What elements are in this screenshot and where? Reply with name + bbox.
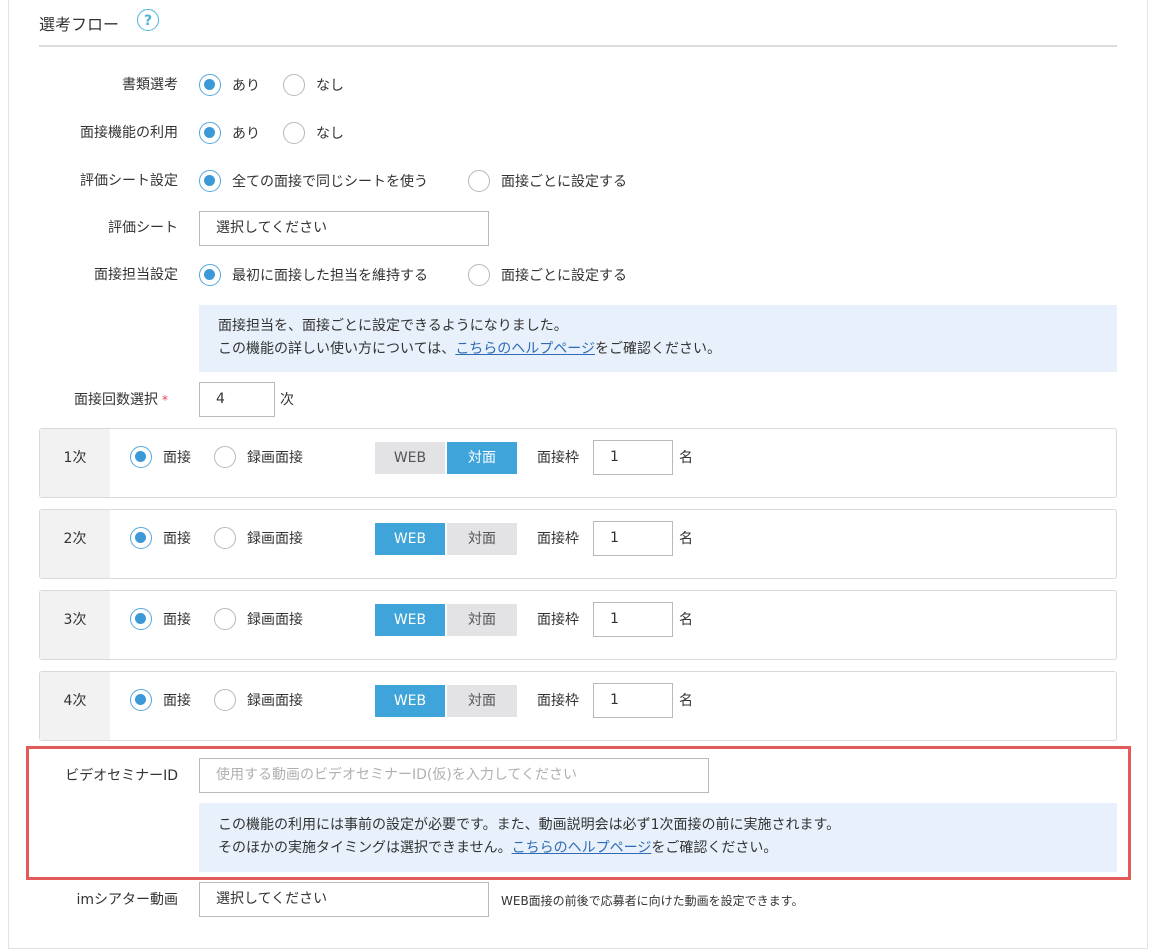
- interview-function-yes-label: あり: [232, 126, 260, 142]
- eval-sheet-same-label: 全ての面接で同じシートを使う: [232, 174, 428, 190]
- stage-slot-input[interactable]: 1: [593, 683, 673, 718]
- stage-face-toggle[interactable]: 対面: [447, 442, 517, 474]
- round-count-label: 面接回数選択 *: [18, 391, 168, 409]
- stage-row: 3次 面接 録画面接 WEB 対面 面接枠 1 名: [39, 590, 1117, 660]
- doc-screening-label: 書類選考: [122, 77, 178, 93]
- interviewer-keep-radio[interactable]: [199, 264, 221, 286]
- stage-face-toggle[interactable]: 対面: [447, 685, 517, 717]
- stage-row: 4次 面接 録画面接 WEB 対面 面接枠 1 名: [39, 671, 1117, 741]
- eval-sheet-same-radio[interactable]: [199, 170, 221, 192]
- stage-name: 4次: [63, 693, 87, 709]
- stage-slot-label: 面接枠: [537, 531, 579, 547]
- stage-slot-input[interactable]: 1: [593, 440, 673, 475]
- stage-recorded-radio[interactable]: [214, 527, 236, 549]
- stage-slot-unit: 名: [679, 531, 693, 547]
- stage-name: 2次: [63, 531, 87, 547]
- interview-function-no-radio[interactable]: [283, 122, 305, 144]
- stage-recorded-radio[interactable]: [214, 446, 236, 468]
- stage-name: 3次: [63, 612, 87, 628]
- eval-sheet-each-label: 面接ごとに設定する: [501, 174, 627, 190]
- stage-slot-unit: 名: [679, 612, 693, 628]
- im-theater-select[interactable]: 選択してください: [199, 882, 489, 917]
- stage-web-toggle[interactable]: WEB: [375, 523, 445, 555]
- stage-recorded-label: 録画面接: [247, 450, 303, 466]
- stage-slot-label: 面接枠: [537, 450, 579, 466]
- stage-slot-unit: 名: [679, 450, 693, 466]
- round-count-label-text: 面接回数選択: [74, 392, 158, 408]
- stage-slot-label: 面接枠: [537, 612, 579, 628]
- interviewer-notice: 面接担当を、面接ごとに設定できるようになりました。 この機能の詳しい使い方につい…: [199, 305, 1117, 372]
- notice-text: をご確認ください。: [595, 341, 722, 357]
- notice-text: をご確認ください。: [651, 840, 778, 856]
- eval-sheet-each-radio[interactable]: [468, 170, 490, 192]
- stage-interview-radio[interactable]: [130, 689, 152, 711]
- stage-interview-radio[interactable]: [130, 527, 152, 549]
- video-seminar-input[interactable]: 使用する動画のビデオセミナーID(仮)を入力してください: [199, 758, 709, 793]
- interviewer-each-radio[interactable]: [468, 264, 490, 286]
- notice-line: そのほかの実施タイミングは選択できません。こちらのヘルプページをご確認ください。: [218, 837, 1117, 860]
- stage-recorded-label: 録画面接: [247, 612, 303, 628]
- doc-screening-yes-label: あり: [232, 78, 260, 94]
- stage-slot-label: 面接枠: [537, 693, 579, 709]
- im-theater-label: imシアター動画: [76, 892, 178, 908]
- stage-interview-label: 面接: [163, 531, 191, 547]
- stage-web-toggle[interactable]: WEB: [375, 442, 445, 474]
- help-icon[interactable]: ?: [137, 9, 159, 31]
- stage-face-toggle[interactable]: 対面: [447, 523, 517, 555]
- notice-line: この機能の利用には事前の設定が必要です。また、動画説明会は必ず1次面接の前に実施…: [218, 817, 841, 833]
- im-theater-hint: WEB面接の前後で応募者に向けた動画を設定できます。: [501, 894, 804, 908]
- help-page-link[interactable]: こちらのヘルプページ: [455, 341, 595, 357]
- stage-slot-unit: 名: [679, 693, 693, 709]
- stage-interview-radio[interactable]: [130, 446, 152, 468]
- interviewer-each-label: 面接ごとに設定する: [501, 268, 627, 284]
- stage-recorded-label: 録画面接: [247, 693, 303, 709]
- eval-sheet-select[interactable]: 選択してください: [199, 211, 489, 246]
- stage-face-toggle[interactable]: 対面: [447, 604, 517, 636]
- interviewer-keep-label: 最初に面接した担当を維持する: [232, 268, 428, 284]
- stage-slot-input[interactable]: 1: [593, 521, 673, 556]
- eval-sheet-setting-label: 評価シート設定: [80, 173, 178, 189]
- notice-line: 面接担当を、面接ごとに設定できるようになりました。: [218, 318, 568, 334]
- round-count-input[interactable]: 4: [199, 382, 275, 417]
- stage-web-toggle[interactable]: WEB: [375, 604, 445, 636]
- stage-interview-radio[interactable]: [130, 608, 152, 630]
- video-seminar-label: ビデオセミナーID: [65, 768, 178, 784]
- help-page-link[interactable]: こちらのヘルプページ: [512, 840, 652, 856]
- stage-interview-label: 面接: [163, 693, 191, 709]
- interview-function-yes-radio[interactable]: [199, 122, 221, 144]
- required-mark: *: [162, 393, 168, 407]
- stage-web-toggle[interactable]: WEB: [375, 685, 445, 717]
- interview-function-no-label: なし: [316, 126, 344, 142]
- stage-recorded-radio[interactable]: [214, 608, 236, 630]
- stage-slot-input[interactable]: 1: [593, 602, 673, 637]
- doc-screening-no-radio[interactable]: [283, 74, 305, 96]
- notice-text: この機能の詳しい使い方については、: [218, 341, 456, 357]
- section-divider: [39, 45, 1117, 47]
- stage-row: 1次 面接 録画面接 WEB 対面 面接枠 1 名: [39, 428, 1117, 498]
- video-seminar-notice: この機能の利用には事前の設定が必要です。また、動画説明会は必ず1次面接の前に実施…: [199, 803, 1117, 872]
- stage-interview-label: 面接: [163, 450, 191, 466]
- doc-screening-yes-radio[interactable]: [199, 74, 221, 96]
- stage-recorded-label: 録画面接: [247, 531, 303, 547]
- stage-name: 1次: [63, 450, 87, 466]
- interviewer-setting-label: 面接担当設定: [94, 267, 178, 283]
- eval-sheet-label: 評価シート: [108, 220, 178, 236]
- interview-function-label: 面接機能の利用: [80, 125, 178, 141]
- notice-line: この機能の詳しい使い方については、こちらのヘルプページをご確認ください。: [218, 338, 1117, 361]
- stage-recorded-radio[interactable]: [214, 689, 236, 711]
- section-title: 選考フロー: [39, 15, 120, 34]
- notice-text: そのほかの実施タイミングは選択できません。: [218, 840, 512, 856]
- round-count-unit: 次: [280, 392, 294, 408]
- stage-row: 2次 面接 録画面接 WEB 対面 面接枠 1 名: [39, 509, 1117, 579]
- stage-interview-label: 面接: [163, 612, 191, 628]
- doc-screening-no-label: なし: [316, 78, 344, 94]
